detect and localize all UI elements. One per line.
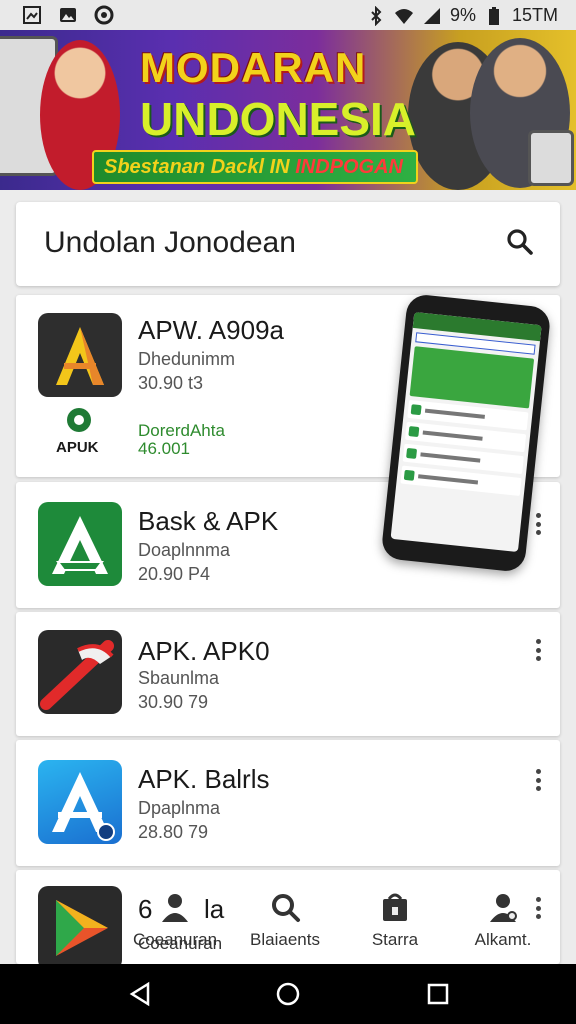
search-icon	[272, 894, 300, 922]
more-options-icon[interactable]	[532, 636, 544, 664]
banner-title-line2: UNDONESIA	[140, 93, 417, 145]
phone-mockup-illustration	[380, 293, 552, 573]
system-navigation-bar	[0, 964, 576, 1024]
search-query[interactable]: Undolan Jonodean	[44, 226, 296, 260]
nav-item-store[interactable]: Starra	[340, 884, 450, 960]
app-icon-play	[38, 886, 122, 970]
app-icon-blue-a	[38, 760, 122, 844]
image-icon	[60, 8, 76, 22]
app-extra-line2: 46.001	[138, 439, 190, 458]
search-bar[interactable]: Undolan Jonodean	[16, 202, 560, 286]
list-item-app-4[interactable]: APK. Balrls Dpaplnma 28.80 79	[16, 740, 560, 866]
battery-percent: 9%	[449, 5, 476, 25]
clock: 15TM	[511, 5, 558, 25]
nav-item-search[interactable]: Blaiaents	[230, 884, 340, 960]
app-developer: Sbaunlma	[138, 668, 220, 688]
screenshot-icon	[23, 6, 41, 24]
app-name: APK. APK0	[138, 636, 270, 666]
apk-badge-icon	[67, 408, 91, 432]
app-size: 30.90 t3	[138, 373, 204, 393]
more-options-icon[interactable]	[532, 510, 544, 538]
store-icon	[383, 893, 407, 921]
nav-label: Blaiaents	[250, 930, 320, 949]
bluetooth-icon	[371, 5, 382, 26]
ribbon-highlight: INDPOGAN	[295, 156, 403, 178]
app-icon-yellow-a	[38, 313, 122, 397]
wifi-icon	[394, 8, 413, 24]
app-developer: Coeanuran	[138, 934, 223, 953]
list-item-app-3[interactable]: APK. APK0 Sbaunlma 30.90 79	[16, 612, 560, 736]
app-name: APK. Balrls	[138, 764, 270, 794]
back-icon[interactable]	[126, 980, 154, 1008]
apk-badge-label: APUK	[56, 439, 99, 456]
nav-item-account[interactable]: Alkamt.	[448, 884, 558, 960]
promo-banner[interactable]: MODARAN UNDONESIA Sbestanan Dackl IN IND…	[0, 30, 576, 190]
app-icon-green-a	[38, 502, 122, 586]
app-developer: Dpaplnma	[138, 798, 221, 818]
home-icon[interactable]	[274, 980, 302, 1008]
app-icon-red-tool	[38, 630, 122, 714]
nav-label: Alkamt.	[474, 930, 532, 949]
app-developer: Dhedunimm	[138, 349, 236, 369]
signal-icon	[423, 7, 440, 24]
person-icon	[162, 894, 188, 922]
ribbon-text: Sbestanan Dackl IN	[104, 156, 290, 178]
banner-title-line1: MODARAN	[140, 44, 367, 91]
app-size: 28.80 79	[138, 822, 209, 842]
status-bar: 9% 15TM	[0, 0, 576, 30]
banner-ribbon: Sbestanan Dackl IN INDPOGAN	[92, 150, 418, 184]
recents-icon[interactable]	[424, 980, 452, 1008]
app-developer: Doaplnnma	[138, 540, 231, 560]
app-extra-line1: DorerdAhta	[138, 421, 225, 440]
search-icon[interactable]	[504, 226, 536, 258]
battery-icon	[488, 6, 499, 25]
app-name: APW. A909a	[138, 315, 284, 345]
app-name: Bask & APK	[138, 506, 279, 536]
more-options-icon[interactable]	[532, 766, 544, 794]
app-size: 20.90 P4	[138, 564, 211, 584]
account-icon	[490, 894, 517, 922]
sync-icon	[94, 5, 114, 25]
nav-label: Starra	[371, 930, 419, 949]
phone-illustration	[528, 130, 574, 186]
app-size: 30.90 79	[138, 692, 209, 712]
